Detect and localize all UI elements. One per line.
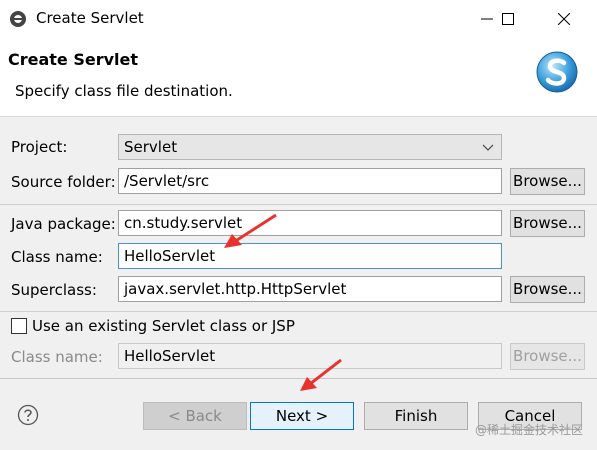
eclipse-icon [8,9,28,29]
wizard-title: Create Servlet [8,50,139,69]
divider [0,311,597,312]
next-button[interactable]: Next > [250,402,354,430]
wizard-header: Create Servlet Specify class file destin… [0,38,597,117]
window-title: Create Servlet [36,9,144,27]
use-existing-label: Use an existing Servlet class or JSP [32,317,295,335]
divider [0,204,597,205]
superclass-browse-button[interactable]: Browse... [510,276,585,303]
window-titlebar: Create Servlet [0,0,597,38]
finish-button[interactable]: Finish [364,402,468,430]
class-name-label: Class name: [11,248,103,266]
help-icon[interactable] [17,404,39,426]
project-value: Servlet [124,138,178,156]
use-existing-checkbox[interactable] [11,318,27,334]
existing-class-browse-button: Browse... [510,343,585,370]
footer-divider [0,378,597,379]
source-folder-input[interactable]: /Servlet/src [118,168,502,194]
back-button[interactable]: < Back [143,402,247,430]
existing-class-name-input: HelloServlet [118,343,502,369]
project-label: Project: [11,138,68,156]
wizard-description: Specify class file destination. [15,82,233,100]
java-package-browse-button[interactable]: Browse... [510,210,585,237]
close-icon [558,13,570,25]
java-package-input[interactable]: cn.study.servlet [118,210,502,236]
source-folder-label: Source folder: [11,173,116,191]
java-package-label: Java package: [11,215,116,233]
servlet-s-logo [535,50,579,94]
project-combo[interactable]: Servlet [118,134,502,160]
form-area: Project: Servlet Source folder: /Servlet… [0,116,597,378]
existing-class-name-label: Class name: [11,348,103,366]
source-folder-browse-button[interactable]: Browse... [510,168,585,195]
maximize-button[interactable] [486,0,530,38]
chevron-down-icon [482,144,494,151]
superclass-input[interactable]: javax.servlet.http.HttpServlet [118,276,502,302]
watermark: @稀土掘金技术社区 [474,423,583,437]
close-button[interactable] [542,0,586,38]
superclass-label: Superclass: [11,281,97,299]
maximize-icon [502,13,514,25]
class-name-input[interactable]: HelloServlet [118,243,502,269]
